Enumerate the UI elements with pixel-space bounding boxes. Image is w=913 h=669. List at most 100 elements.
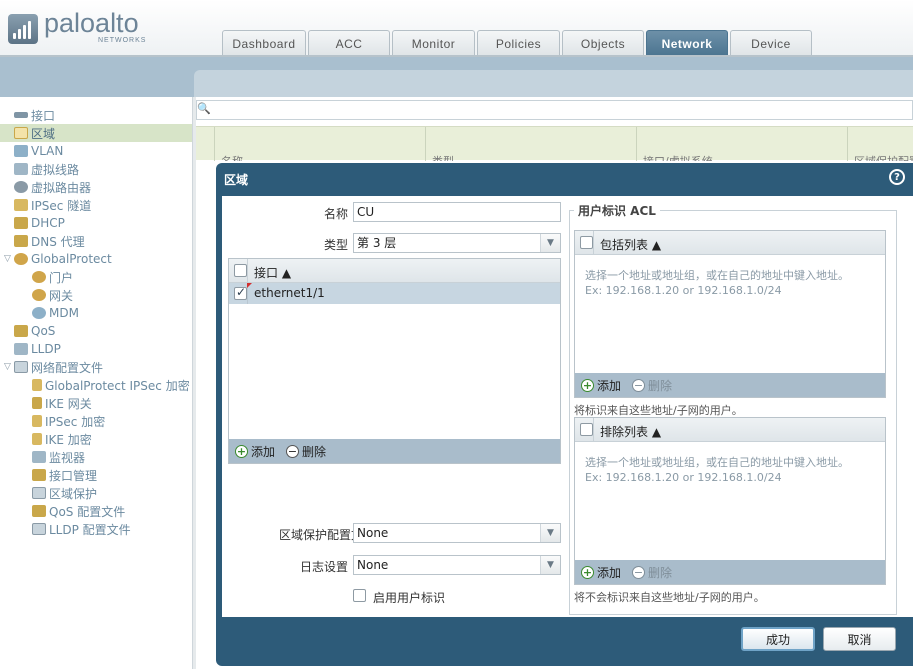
tab-objects[interactable]: Objects (562, 30, 644, 56)
sidebar-item-gp-ipsec-crypto[interactable]: GlobalProtect IPSec 加密 (32, 376, 192, 394)
sidebar-item-network-profiles[interactable]: ▽ 网络配置文件 (4, 358, 192, 376)
log-setting-label: 日志设置 (299, 560, 348, 574)
include-select-all-checkbox[interactable] (580, 236, 593, 249)
sidebar-item-virtual-routers[interactable]: 虚拟路由器 (14, 178, 192, 196)
type-select[interactable]: 第 3 层 ▼ (353, 233, 561, 253)
globalprotect-icon (14, 253, 28, 265)
collapse-triangle-icon[interactable]: ▽ (4, 254, 14, 264)
interface-icon (14, 112, 28, 118)
sidebar-splitter[interactable] (193, 97, 196, 669)
delete-interface-button[interactable]: − 删除 (286, 443, 326, 460)
tab-acc[interactable]: ACC (308, 30, 390, 56)
sidebar-item-gateways[interactable]: 网关 (32, 286, 192, 304)
sidebar-item-mdm[interactable]: MDM (32, 304, 192, 322)
add-interface-button[interactable]: + 添加 (235, 443, 275, 460)
virtual-wire-icon (14, 163, 28, 175)
exclude-example: Ex: 192.168.1.20 or 192.168.1.0/24 (585, 471, 782, 484)
column-name[interactable]: 名称 (214, 127, 426, 161)
zone-protection-select[interactable]: None ▼ (353, 523, 561, 543)
help-icon[interactable]: ? (889, 169, 905, 185)
sidebar-item-virtual-wires[interactable]: 虚拟线路 (14, 160, 192, 178)
sidebar-item-lldp-profile[interactable]: LLDP 配置文件 (32, 520, 192, 538)
select-all-checkbox[interactable] (234, 264, 247, 277)
sidebar-item-qos-profile[interactable]: QoS 配置文件 (32, 502, 192, 520)
sidebar-item-ike-crypto[interactable]: IKE 加密 (32, 430, 192, 448)
lldp-icon (14, 343, 28, 355)
tab-dashboard[interactable]: Dashboard (222, 30, 306, 56)
exclude-select-all-checkbox[interactable] (580, 423, 593, 436)
column-zone-protection[interactable]: 区域保护配置 (847, 127, 913, 161)
include-column-header[interactable]: 包括列表 ▲ (600, 236, 661, 253)
exclude-list-footer: + 添加 − 删除 (575, 560, 885, 584)
logo-mark-icon (8, 14, 38, 44)
exclude-column-header[interactable]: 排除列表 ▲ (600, 423, 661, 440)
sidebar-item-interface-mgmt[interactable]: 接口管理 (32, 466, 192, 484)
sidebar-item-vlan[interactable]: VLAN (14, 142, 192, 160)
qos-icon (14, 325, 28, 337)
sidebar-item-interfaces[interactable]: 接口 (14, 106, 192, 124)
content-panel-header (194, 70, 913, 97)
tab-device[interactable]: Device (730, 30, 812, 56)
tab-policies[interactable]: Policies (477, 30, 560, 56)
logo-subtext: NETWORKS (98, 37, 147, 44)
name-input[interactable]: CU (353, 202, 561, 222)
sidebar-item-ipsec-crypto[interactable]: IPSec 加密 (32, 412, 192, 430)
type-label: 类型 (323, 238, 348, 252)
top-header: paloalto NETWORKS Dashboard ACC Monitor … (0, 0, 913, 56)
interfaces-column-header[interactable]: 接口 ▲ (254, 264, 291, 281)
collapse-triangle-icon[interactable]: ▽ (4, 362, 14, 372)
chevron-down-icon[interactable]: ▼ (540, 556, 560, 574)
lock-icon (32, 415, 42, 427)
column-type[interactable]: 类型 (425, 127, 637, 161)
list-item[interactable]: ethernet1/1 (229, 283, 560, 304)
paloalto-logo: paloalto NETWORKS (8, 8, 148, 50)
plus-icon: + (581, 379, 594, 392)
sidebar-item-portals[interactable]: 门户 (32, 268, 192, 286)
sidebar-item-zone-protection[interactable]: 区域保护 (32, 484, 192, 502)
dialog-title: 区域 (224, 173, 249, 187)
interface-value: ethernet1/1 (254, 286, 325, 300)
exclude-hint: 选择一个地址或地址组，或在自己的地址中键入地址。 (585, 456, 849, 469)
zone-protection-icon (32, 487, 46, 499)
plus-icon: + (581, 566, 594, 579)
sidebar-item-globalprotect[interactable]: ▽ GlobalProtect (4, 250, 192, 268)
sidebar-item-ipsec-tunnels[interactable]: IPSec 隧道 (14, 196, 192, 214)
mdm-icon (32, 307, 46, 319)
zone-icon (14, 127, 28, 139)
sidebar-item-qos[interactable]: QoS (14, 322, 192, 340)
sidebar-item-dns-proxy[interactable]: DNS 代理 (14, 232, 192, 250)
sidebar-item-zones[interactable]: 区域 (0, 124, 192, 142)
sidebar-item-lldp[interactable]: LLDP (14, 340, 192, 358)
enable-userid-checkbox[interactable] (353, 589, 366, 602)
sidebar-item-dhcp[interactable]: DHCP (14, 214, 192, 232)
include-note: 将标识来自这些地址/子网的用户。 (574, 404, 743, 417)
ok-button[interactable]: 成功 (741, 627, 815, 651)
include-list-footer: + 添加 − 删除 (575, 373, 885, 397)
column-interfaces[interactable]: 接口/虚拟系统 (636, 127, 848, 161)
delete-include-button[interactable]: − 删除 (632, 377, 672, 394)
add-include-button[interactable]: + 添加 (581, 377, 621, 394)
tab-network[interactable]: Network (646, 30, 728, 56)
row-checkbox[interactable] (234, 285, 247, 300)
sidebar-item-monitor[interactable]: 监视器 (32, 448, 192, 466)
include-list-header: 包括列表 ▲ (575, 231, 885, 255)
filter-input[interactable] (196, 100, 913, 120)
cancel-button[interactable]: 取消 (823, 627, 896, 651)
search-icon: 🔍 (197, 102, 211, 115)
tab-monitor[interactable]: Monitor (392, 30, 475, 56)
zone-protection-value: None (357, 526, 389, 540)
log-setting-select[interactable]: None ▼ (353, 555, 561, 575)
enable-userid-label[interactable]: 启用用户标识 (373, 589, 445, 606)
add-exclude-button[interactable]: + 添加 (581, 564, 621, 581)
header-divider (247, 259, 248, 283)
sidebar-item-ike-gateways[interactable]: IKE 网关 (32, 394, 192, 412)
logo-text: paloalto (44, 8, 139, 38)
interfaces-list-footer: + 添加 − 删除 (229, 439, 560, 463)
header-divider (593, 418, 594, 442)
chevron-down-icon[interactable]: ▼ (540, 234, 560, 252)
virtual-router-icon (14, 181, 28, 193)
interfaces-list: 接口 ▲ ethernet1/1 +添加 −删除 (228, 258, 561, 464)
delete-exclude-button[interactable]: − 删除 (632, 564, 672, 581)
ike-gateway-icon (32, 397, 42, 409)
chevron-down-icon[interactable]: ▼ (540, 524, 560, 542)
